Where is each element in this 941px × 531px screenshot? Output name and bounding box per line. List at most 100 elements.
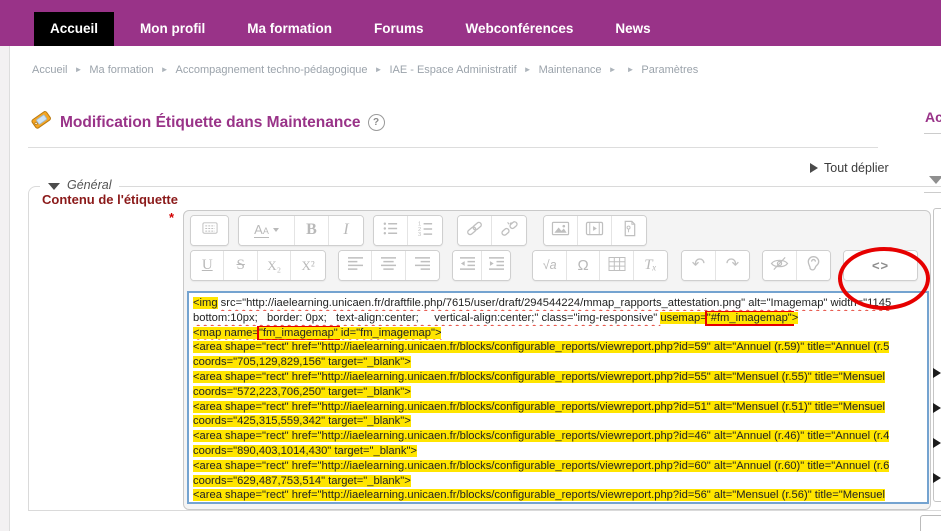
underline-button[interactable]: U (191, 251, 224, 280)
tree-toggle-icon[interactable] (933, 473, 941, 483)
nav-item-news[interactable]: News (599, 12, 666, 46)
page-header: Modification Étiquette dans Maintenance … (29, 108, 385, 137)
unordered-list-button[interactable] (374, 216, 408, 245)
show-more-buttons-button[interactable] (191, 216, 228, 245)
expand-all-label: Tout déplier (824, 161, 889, 175)
indent-icon (488, 256, 505, 274)
breadcrumb-separator-icon: ► (524, 65, 532, 74)
red-box-annotation: "#fm_imagemap" (707, 312, 792, 324)
nav-item-ma-formation[interactable]: Ma formation (231, 12, 348, 46)
font-family-icon: AA (254, 222, 279, 238)
table-icon (608, 256, 626, 275)
underline-icon: U (202, 258, 213, 273)
breadcrumb-item[interactable]: IAE - Espace Administratif (389, 64, 516, 76)
tree-toggle-icon[interactable] (933, 403, 941, 413)
tree-toggle-icon[interactable] (933, 438, 941, 448)
code-segment: id="fm_imagemap"> (338, 327, 442, 339)
link-button[interactable] (458, 216, 492, 245)
clear-formatting-button[interactable]: Tₓ (634, 251, 667, 280)
code-segment: <area shape="rect" href="http://iaelearn… (193, 341, 889, 353)
tree-toggle-icon[interactable] (933, 368, 941, 378)
nav-item-mon-profil[interactable]: Mon profil (124, 12, 221, 46)
toolbar-group: AA BI (238, 215, 364, 246)
breadcrumb-item[interactable]: Accompagnement techno-pédagogique (176, 64, 368, 76)
left-gutter (0, 46, 10, 531)
code-segment: coords="705,129,829,156" target="_blank"… (193, 356, 411, 368)
page: Accueil Mon profil Ma formation Forums Webco… (0, 0, 941, 531)
code-line: <area shape="rect" href="http://iaelearn… (193, 488, 927, 503)
italic-button[interactable]: I (329, 216, 363, 245)
insert-image-button[interactable] (544, 216, 578, 245)
screenreader-helper-button[interactable] (797, 251, 830, 280)
html-source-button[interactable]: <> (844, 251, 917, 280)
italic-icon: I (343, 222, 348, 238)
svg-text:3: 3 (417, 232, 420, 237)
right-block-collapse-icon[interactable] (929, 176, 941, 184)
attach-file-button[interactable] (612, 216, 646, 245)
outdent-button[interactable] (453, 251, 482, 280)
ordered-list-button[interactable]: 123 (408, 216, 442, 245)
right-block-title: Ac (925, 109, 941, 125)
breadcrumb-item[interactable]: Accueil (32, 64, 67, 76)
page-title: Modification Étiquette dans Maintenance (60, 114, 361, 132)
chevron-right-icon (810, 163, 818, 173)
editor-content[interactable]: <img src="http://iaelearning.unicaen.fr/… (187, 291, 929, 504)
code-line: <area shape="rect" href="http://iaelearn… (193, 429, 927, 444)
code-segment: bottom:10px; border: 0px; text-align:cen… (193, 312, 660, 324)
right-block-divider (924, 133, 941, 134)
general-section-toggle[interactable]: Général (40, 178, 119, 192)
redo-button[interactable]: ↷ (716, 251, 749, 280)
strikethrough-button[interactable]: S (224, 251, 257, 280)
breadcrumb-item[interactable]: Maintenance (539, 64, 602, 76)
breadcrumb: Accueil►Ma formation►Accompagnement tech… (30, 64, 700, 76)
section-legend: Général (67, 178, 111, 192)
nav-item-accueil[interactable]: Accueil (34, 12, 114, 46)
indent-button[interactable] (482, 251, 511, 280)
toolbar-group (457, 215, 527, 246)
toolbar-group: U S X₂X² (190, 250, 326, 281)
undo-button[interactable]: ↶ (682, 251, 715, 280)
insert-media-button[interactable] (578, 216, 612, 245)
table-button[interactable] (600, 251, 633, 280)
field-label-block: Contenu de l'étiquette * (30, 192, 178, 225)
code-line: coords="705,129,829,156" target="_blank"… (193, 355, 927, 370)
code-segment: src="http://iaelearning.unicaen.fr/draft… (218, 297, 892, 309)
screenreader-helper-icon (805, 255, 822, 275)
strikethrough-icon: S (237, 258, 245, 273)
superscript-button[interactable]: X² (291, 251, 324, 280)
code-segment: usemap= (660, 312, 706, 324)
code-segment: <area shape="rect" href="http://iaelearn… (193, 460, 889, 472)
align-center-button[interactable] (372, 251, 405, 280)
align-right-button[interactable] (406, 251, 439, 280)
code-segment: <area shape="rect" href="http://iaelearn… (193, 430, 889, 442)
label-tag-icon (29, 108, 53, 137)
special-character-icon: Ω (577, 258, 588, 273)
toolbar-group: ↶↷ (681, 250, 750, 281)
unlink-button[interactable] (492, 216, 526, 245)
code-segment: coords="629,487,753,514" target="_blank"… (193, 475, 411, 487)
equation-button[interactable]: √a (533, 251, 566, 280)
font-family-button[interactable]: AA (239, 216, 295, 245)
subscript-button[interactable]: X₂ (258, 251, 291, 280)
code-line: bottom:10px; border: 0px; text-align:cen… (193, 311, 927, 326)
insert-image-icon (551, 220, 570, 240)
special-character-button[interactable]: Ω (567, 251, 600, 280)
nav-item-webconf-rences[interactable]: Webconférences (450, 12, 590, 46)
expand-all-link[interactable]: Tout déplier (810, 161, 889, 175)
divider (28, 147, 878, 148)
bold-button[interactable]: B (295, 216, 329, 245)
atto-editor: AA BI 123 U S X₂X² √a Ω Tₓ ↶↷ <> <img src="http:/… (183, 210, 931, 510)
chevron-down-icon (48, 183, 60, 190)
accessibility-checker-button[interactable] (763, 251, 796, 280)
breadcrumb-item[interactable]: Paramètres (641, 64, 698, 76)
toolbar-group (762, 250, 831, 281)
nav-item-forums[interactable]: Forums (358, 12, 440, 46)
code-line: <img src="http://iaelearning.unicaen.fr/… (193, 296, 927, 311)
align-left-button[interactable] (339, 251, 372, 280)
accessibility-checker-icon (770, 255, 789, 275)
required-marker: * (30, 210, 178, 225)
code-line: <map name="fm_imagemap" id="fm_imagemap"… (193, 326, 927, 341)
align-center-icon (380, 256, 397, 274)
help-icon[interactable]: ? (368, 114, 385, 131)
breadcrumb-item[interactable]: Ma formation (89, 64, 153, 76)
